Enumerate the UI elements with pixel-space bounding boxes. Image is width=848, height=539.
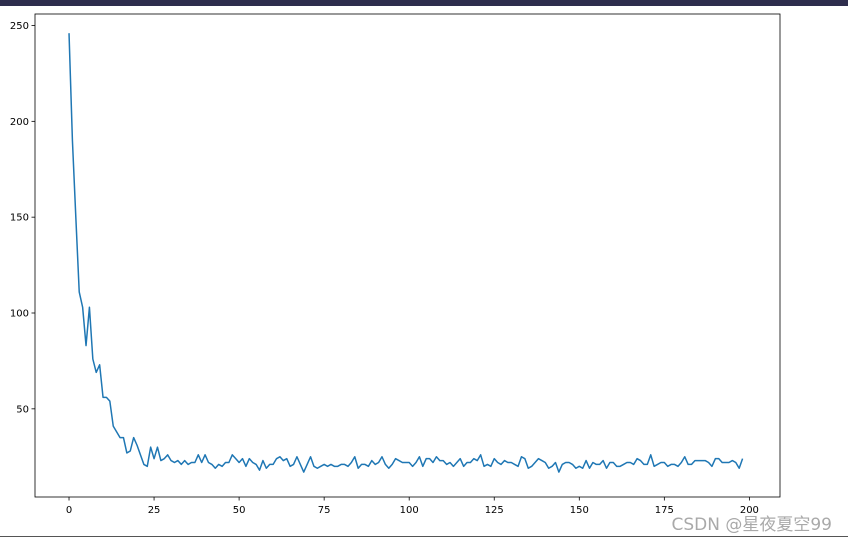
axes-frame [34,13,781,498]
y-tick-label: 100 [10,309,29,320]
x-tick-label: 150 [570,505,589,516]
y-axis: 50 100 150 200 250 [10,21,35,415]
x-tick-label: 100 [400,505,419,516]
x-axis: 0 25 50 75 100 125 150 175 200 [66,497,759,516]
x-tick-label: 0 [66,505,72,516]
series-line-0 [68,33,744,473]
x-tick-label: 50 [233,505,246,516]
y-tick-label: 150 [10,213,29,224]
y-tick-label: 200 [10,117,29,128]
bottom-border [0,536,848,537]
y-tick-label: 250 [10,21,29,32]
x-tick-label: 25 [148,505,161,516]
plot-area [34,13,781,498]
y-tick-label: 50 [16,404,29,415]
line-chart: 0 25 50 75 100 125 150 175 200 50100150200250 [10,13,781,516]
x-tick-label: 125 [485,505,504,516]
watermark-text: CSDN @星夜夏空99 [671,515,832,535]
x-tick-label: 75 [318,505,331,516]
